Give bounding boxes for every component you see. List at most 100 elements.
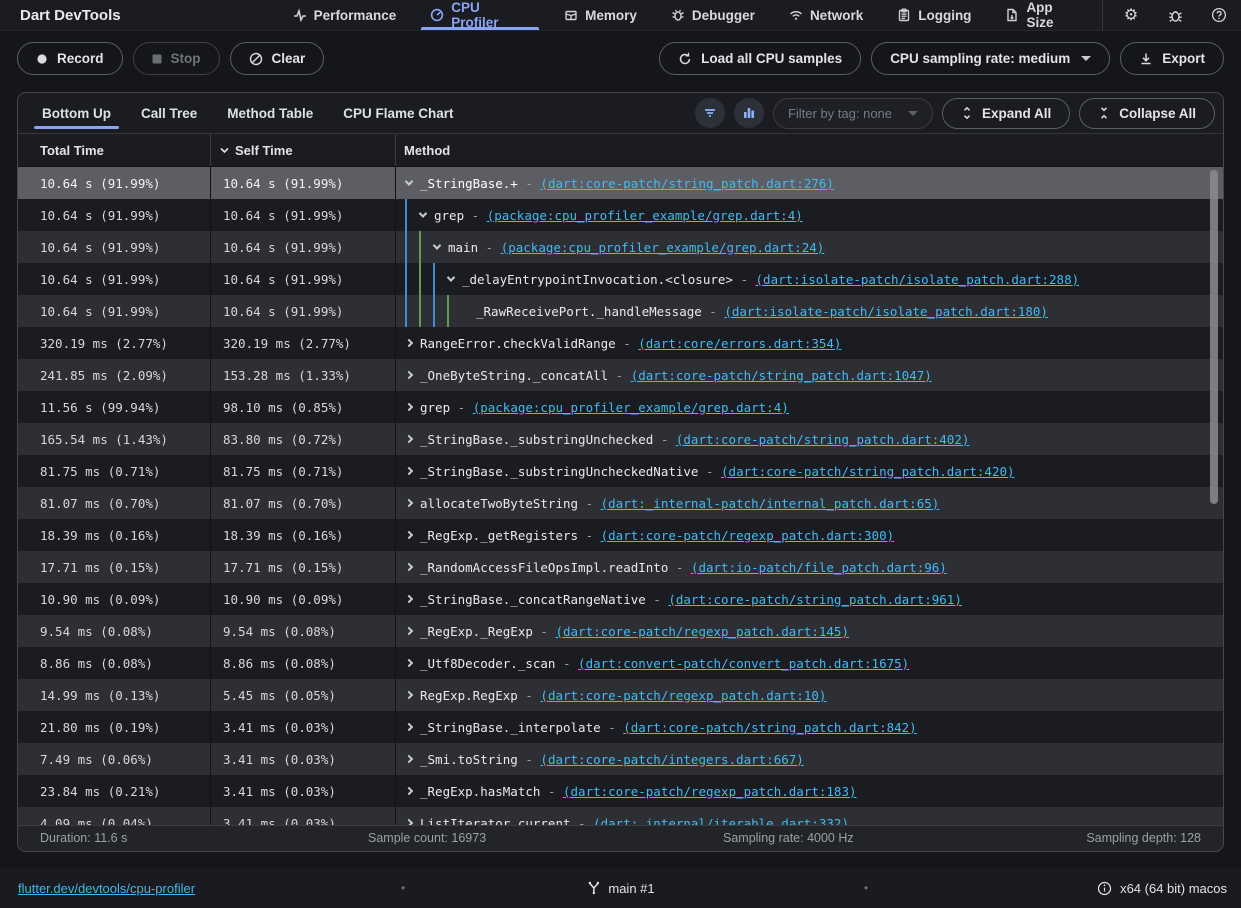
source-link[interactable]: (dart:core-patch/regexp_patch.dart:145) [555, 624, 849, 639]
clear-button[interactable]: Clear [230, 42, 325, 75]
cpu-sampling-rate-dropdown[interactable]: CPU sampling rate: medium [871, 42, 1110, 75]
expander-chevron-icon[interactable] [405, 595, 413, 603]
expander-chevron-icon[interactable] [405, 659, 413, 667]
source-link[interactable]: (dart:isolate-patch/isolate_patch.dart:1… [724, 304, 1048, 319]
tab-method-table[interactable]: Method Table [219, 93, 321, 133]
source-link[interactable]: (dart:convert-patch/convert_patch.dart:1… [578, 656, 909, 671]
nav-tab-logging[interactable]: Logging [884, 0, 984, 30]
table-row[interactable]: 18.39 ms (0.16%) 18.39 ms (0.16%) _RegEx… [18, 519, 1223, 551]
source-link[interactable]: (dart:isolate-patch/isolate_patch.dart:2… [756, 272, 1080, 287]
source-link[interactable]: (dart:_internal/iterable.dart:332) [593, 816, 849, 826]
table-row[interactable]: 23.84 ms (0.21%) 3.41 ms (0.03%) _RegExp… [18, 775, 1223, 807]
nav-tab-performance[interactable]: Performance [280, 0, 410, 30]
table-row[interactable]: 241.85 ms (2.09%) 153.28 ms (1.33%) _One… [18, 359, 1223, 391]
expander-chevron-icon[interactable] [447, 273, 455, 281]
expander-chevron-icon[interactable] [405, 177, 413, 185]
isolate-selector[interactable]: main #1 [586, 881, 654, 896]
table-row[interactable]: 8.86 ms (0.08%) 8.86 ms (0.08%) _Utf8Dec… [18, 647, 1223, 679]
source-link[interactable]: (dart:core-patch/integers.dart:667) [540, 752, 803, 767]
indent-guide [419, 263, 421, 295]
source-link[interactable]: (package:cpu_profiler_example/grep.dart:… [473, 400, 789, 415]
nav-tab-network[interactable]: Network [776, 0, 876, 30]
source-link[interactable]: (dart:core-patch/string_patch.dart:276) [540, 176, 834, 191]
expander-chevron-icon[interactable] [405, 563, 413, 571]
table-row[interactable]: 10.64 s (91.99%) 10.64 s (91.99%) grep -… [18, 199, 1223, 231]
collapse-all-button[interactable]: Collapse All [1079, 98, 1215, 129]
expander-chevron-icon[interactable] [405, 499, 413, 507]
table-body: 10.64 s (91.99%) 10.64 s (91.99%) _Strin… [18, 167, 1223, 825]
table-row[interactable]: 10.64 s (91.99%) 10.64 s (91.99%) main -… [18, 231, 1223, 263]
settings-icon[interactable]: ⚙ [1109, 0, 1153, 31]
source-link[interactable]: (dart:core-patch/string_patch.dart:420) [721, 464, 1015, 479]
source-link[interactable]: (dart:core-patch/string_patch.dart:402) [676, 432, 970, 447]
column-header-total-time[interactable]: Total Time [18, 134, 211, 166]
table-row[interactable]: 10.64 s (91.99%) 10.64 s (91.99%) _delay… [18, 263, 1223, 295]
load-cpu-samples-button[interactable]: Load all CPU samples [659, 42, 861, 75]
self-time-cell: 8.86 ms (0.08%) [211, 647, 396, 679]
expander-chevron-icon[interactable] [419, 209, 427, 217]
method-cell: _Utf8Decoder._scan - (dart:convert-patch… [396, 647, 1223, 679]
source-link[interactable]: (dart:core-patch/regexp_patch.dart:10) [540, 688, 826, 703]
table-row[interactable]: 320.19 ms (2.77%) 320.19 ms (2.77%) Rang… [18, 327, 1223, 359]
table-row[interactable]: 21.80 ms (0.19%) 3.41 ms (0.03%) _String… [18, 711, 1223, 743]
method-filter-button[interactable] [695, 98, 725, 128]
export-button[interactable]: Export [1120, 42, 1224, 75]
expander-chevron-icon[interactable] [405, 531, 413, 539]
nav-tab-debugger[interactable]: Debugger [658, 0, 768, 30]
source-link[interactable]: (dart:core-patch/regexp_patch.dart:300) [601, 528, 895, 543]
column-header-self-time[interactable]: Self Time [211, 134, 396, 166]
tab-bottom-up[interactable]: Bottom Up [34, 93, 119, 133]
help-icon[interactable] [1197, 0, 1241, 31]
nav-tab-memory[interactable]: Memory [551, 0, 650, 30]
expander-chevron-icon[interactable] [433, 241, 441, 249]
column-header-method[interactable]: Method [396, 134, 1223, 166]
documentation-link[interactable]: flutter.dev/devtools/cpu-profiler [18, 881, 195, 896]
report-bug-icon[interactable] [1153, 0, 1197, 31]
expander-chevron-icon[interactable] [405, 755, 413, 763]
table-row[interactable]: 14.99 ms (0.13%) 5.45 ms (0.05%) RegExp.… [18, 679, 1223, 711]
display-options-button[interactable] [734, 98, 764, 128]
table-row[interactable]: 81.07 ms (0.70%) 81.07 ms (0.70%) alloca… [18, 487, 1223, 519]
source-link[interactable]: (dart:core/errors.dart:354) [638, 336, 841, 351]
source-link[interactable]: (package:cpu_profiler_example/grep.dart:… [487, 208, 803, 223]
expander-chevron-icon[interactable] [405, 371, 413, 379]
expand-all-button[interactable]: Expand All [942, 98, 1070, 129]
table-row[interactable]: 10.64 s (91.99%) 10.64 s (91.99%) _RawRe… [18, 295, 1223, 327]
method-name: _StringBase._interpolate [420, 720, 601, 735]
table-row[interactable]: 10.90 ms (0.09%) 10.90 ms (0.09%) _Strin… [18, 583, 1223, 615]
info-icon[interactable] [1097, 881, 1112, 896]
expander-chevron-icon[interactable] [405, 627, 413, 635]
expander-chevron-icon[interactable] [405, 691, 413, 699]
indent-guide [405, 231, 407, 263]
expander-chevron-icon[interactable] [405, 435, 413, 443]
table-row[interactable]: 81.75 ms (0.71%) 81.75 ms (0.71%) _Strin… [18, 455, 1223, 487]
table-row[interactable]: 10.64 s (91.99%) 10.64 s (91.99%) _Strin… [18, 167, 1223, 199]
stop-button[interactable]: Stop [133, 42, 220, 75]
nav-tab-app-size[interactable]: App Size [992, 0, 1096, 30]
source-link[interactable]: (dart:core-patch/string_patch.dart:961) [668, 592, 962, 607]
filter-by-tag-dropdown[interactable]: Filter by tag: none [773, 98, 933, 129]
table-row[interactable]: 165.54 ms (1.43%) 83.80 ms (0.72%) _Stri… [18, 423, 1223, 455]
table-row[interactable]: 17.71 ms (0.15%) 17.71 ms (0.15%) _Rando… [18, 551, 1223, 583]
record-button[interactable]: Record [17, 42, 123, 75]
table-row[interactable]: 7.49 ms (0.06%) 3.41 ms (0.03%) _Smi.toS… [18, 743, 1223, 775]
table-row[interactable]: 9.54 ms (0.08%) 9.54 ms (0.08%) _RegExp.… [18, 615, 1223, 647]
expander-chevron-icon[interactable] [405, 723, 413, 731]
table-row[interactable]: 11.56 s (99.94%) 98.10 ms (0.85%) grep -… [18, 391, 1223, 423]
expander-chevron-icon[interactable] [405, 339, 413, 347]
expander-chevron-icon[interactable] [405, 787, 413, 795]
expander-chevron-icon[interactable] [405, 403, 413, 411]
tab-call-tree[interactable]: Call Tree [133, 93, 205, 133]
source-link[interactable]: (dart:io-patch/file_patch.dart:96) [691, 560, 947, 575]
tab-cpu-flame-chart[interactable]: CPU Flame Chart [335, 93, 461, 133]
nav-tab-cpu-profiler[interactable]: CPU Profiler [417, 0, 543, 30]
source-link[interactable]: (dart:core-patch/regexp_patch.dart:183) [563, 784, 857, 799]
expander-chevron-icon[interactable] [405, 467, 413, 475]
source-link[interactable]: (dart:core-patch/string_patch.dart:1047) [631, 368, 932, 383]
source-link[interactable]: (dart:core-patch/string_patch.dart:842) [623, 720, 917, 735]
footer-separator: • [864, 881, 868, 895]
table-row[interactable]: 4.09 ms (0.04%) 3.41 ms (0.03%) ListIter… [18, 807, 1223, 825]
source-link[interactable]: (package:cpu_profiler_example/grep.dart:… [501, 240, 825, 255]
source-link[interactable]: (dart:_internal-patch/internal_patch.dar… [601, 496, 940, 511]
vertical-scrollbar[interactable] [1210, 170, 1218, 504]
